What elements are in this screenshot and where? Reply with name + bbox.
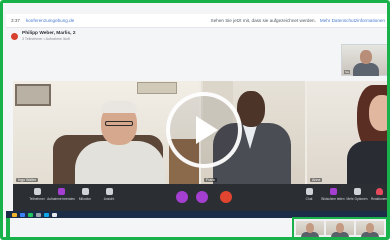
taskbar-browser-icon[interactable] <box>20 212 25 217</box>
participant-body <box>75 141 165 184</box>
meeting-logo-icon <box>11 32 18 40</box>
reactions-label: Reaktionen <box>370 197 388 201</box>
participant-head <box>369 95 387 131</box>
mic-toggle-button[interactable] <box>196 191 208 203</box>
thumb-person-head <box>306 223 314 233</box>
wall-picture <box>15 84 51 106</box>
microphone-icon <box>81 188 89 195</box>
participants-icon <box>33 188 41 195</box>
self-view-body <box>353 63 379 76</box>
participant-body <box>347 141 387 184</box>
microphone-label: Mikrofon <box>78 197 92 201</box>
thumb-person-body <box>361 232 379 237</box>
screen-share-icon <box>329 188 337 195</box>
chat-label: Chat <box>305 197 313 201</box>
self-view-label: Sie <box>344 70 351 74</box>
participants-label: Teilnehmer <box>29 197 45 201</box>
taskbar-folder-icon[interactable] <box>12 212 17 217</box>
reactions-button[interactable]: Reaktionen <box>365 188 388 201</box>
hang-up-button[interactable] <box>220 191 232 203</box>
screen-recording-frame: 3:37 konferenzumgebung.de Sehen Sie jetz… <box>0 0 390 240</box>
play-icon <box>196 116 218 144</box>
taskbar-app-icon[interactable] <box>36 212 41 217</box>
glasses <box>105 121 133 126</box>
record-icon <box>57 188 65 195</box>
layout-label: Ansicht <box>103 197 115 201</box>
layout-button[interactable]: Ansicht <box>95 188 123 201</box>
meeting-control-bar: Teilnehmer Aufnahme beenden Mikrofon Ans… <box>13 184 388 211</box>
participant-name-label: Frank <box>204 178 218 182</box>
participant-name-label: Anna <box>310 178 323 182</box>
camera-toggle-button[interactable] <box>176 191 188 203</box>
notification-bar: 3:37 konferenzumgebung.de Sehen Sie jetz… <box>6 14 387 28</box>
recording-notice: Sehen Sie jetzt mit, dass sie aufgezeich… <box>210 18 316 23</box>
layout-icon <box>105 188 113 195</box>
more-icon <box>353 188 361 195</box>
participant-tile-3[interactable]: Anna <box>307 81 387 184</box>
self-view-head <box>360 50 372 64</box>
secondary-video-strip <box>292 217 387 237</box>
thumb-person-body <box>331 232 349 237</box>
taskbar-app-icon[interactable] <box>52 212 57 217</box>
meeting-subtitle: 3 Teilnehmer • Aufnahme läuft <box>22 36 70 41</box>
secondary-video-thumb[interactable] <box>356 221 384 237</box>
chat-icon <box>305 188 313 195</box>
taskbar-app-icon[interactable] <box>28 212 33 217</box>
meeting-header: Philipp Weber, Marlis, 2 3 Teilnehmer • … <box>6 29 387 43</box>
thumb-person-head <box>366 223 374 233</box>
heart-icon <box>375 188 383 195</box>
meeting-title: Philipp Weber, Marlis, 2 <box>22 31 76 36</box>
participant-name-label: Ingo Walter <box>16 178 39 182</box>
green-frame-edge <box>6 218 10 237</box>
site-link[interactable]: konferenzumgebung.de <box>26 18 74 23</box>
privacy-link[interactable]: Mehr Datenschutzinformationen <box>320 18 385 23</box>
thumb-person-body <box>301 232 319 237</box>
time-display: 3:37 <box>11 18 20 23</box>
play-button[interactable] <box>166 92 242 168</box>
secondary-video-thumb[interactable] <box>326 221 354 237</box>
screen-share-label: Bildschirm teilen <box>321 197 345 201</box>
thumb-person-head <box>336 223 344 233</box>
wall-frame <box>137 82 177 94</box>
participant-hair <box>101 101 137 113</box>
self-view-video[interactable]: Sie <box>341 44 387 76</box>
secondary-video-thumb[interactable] <box>296 221 324 237</box>
taskbar-app-icon[interactable] <box>44 212 49 217</box>
